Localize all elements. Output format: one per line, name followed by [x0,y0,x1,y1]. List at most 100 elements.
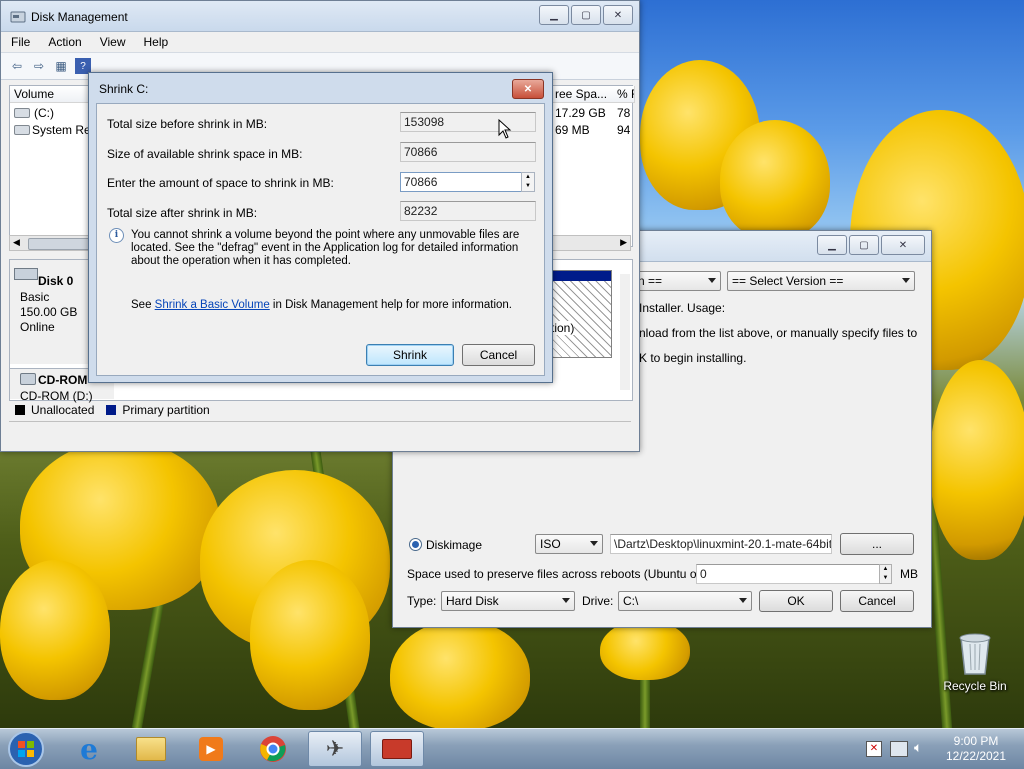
recycle-bin-icon [959,633,991,675]
shrink-title: Shrink C: [99,82,149,96]
shrink-button[interactable]: Shrink [366,344,454,366]
available-label: Size of available shrink space in MB: [107,147,303,161]
taskbar-internet-explorer[interactable]: e [62,731,116,767]
shrink-amount-spinner[interactable]: ▲ ▼ [521,172,535,192]
available-value: 70866 [400,142,536,162]
column-percent-free[interactable]: % F [615,86,635,103]
total-after-label: Total size after shrink in MB: [107,206,258,220]
free-space: 17.29 GB [555,106,606,120]
taskbar-disk-management[interactable] [370,731,424,767]
shrink-body: Total size before shrink in MB: 153098 S… [96,103,545,376]
shrink-amount-input[interactable]: 70866 [400,172,522,192]
window-title: Disk Management [31,10,128,24]
type-select[interactable]: Hard Disk [441,591,575,611]
recycle-bin-label: Recycle Bin [943,679,1007,693]
info-icon: i [109,228,124,243]
help-link[interactable]: Shrink a Basic Volume [155,299,270,311]
tray-action-center-icon[interactable]: ✕ [866,741,882,757]
total-before-label: Total size before shrink in MB: [107,117,268,131]
installer-cancel-button[interactable]: Cancel [840,590,914,612]
start-button[interactable] [4,729,48,769]
disk0-type: Basic [20,290,50,304]
info-text: You cannot shrink a volume beyond the po… [131,229,520,267]
distribution-select[interactable]: n == [633,271,721,291]
diskimage-label: Diskimage [426,538,483,552]
recycle-bin[interactable]: Recycle Bin [940,630,1010,700]
total-before-value: 153098 [400,112,536,132]
drive-select[interactable]: C:\ [618,591,752,611]
chevron-down-icon [708,278,716,283]
back-icon[interactable]: ⇦ [9,58,25,74]
diskimage-radio[interactable] [409,538,422,551]
chrome-icon [260,736,286,762]
column-volume[interactable]: Volume [10,86,90,103]
image-type-value: ISO [540,537,561,551]
column-free-space[interactable]: ree Spa... [551,86,617,103]
drive-value: C:\ [623,594,639,608]
menu-help[interactable]: Help [144,35,169,49]
amount-label: Enter the amount of space to shrink in M… [107,176,334,190]
image-type-select[interactable]: ISO [535,534,603,554]
taskbar: e ▶ ✈ ✕ 🔈︎ 9:00 PM 12/22/2021 [0,728,1024,769]
usage-text: Installer. Usage: [639,301,726,315]
total-after-value: 82232 [400,201,536,221]
scroll-right-icon: ▶ [620,237,627,247]
mouse-cursor-icon [498,119,512,139]
close-button[interactable]: ✕ [512,79,544,99]
installer-icon: ✈ [325,736,345,761]
version-select-value: == Select Version == [732,274,844,288]
menu-file[interactable]: File [11,35,30,49]
maximize-button[interactable]: ▢ [571,5,601,25]
tulip-flower [600,620,690,680]
tray-network-icon[interactable] [890,741,908,757]
taskbar-installer[interactable]: ✈ [308,731,362,767]
help-suffix: in Disk Management help for more informa… [269,299,512,311]
minimize-button[interactable]: ▁ [817,235,847,255]
internet-explorer-icon: e [80,732,98,766]
version-select[interactable]: == Select Version == [727,271,915,291]
free-space: 69 MB [555,123,590,137]
radio-dot [412,541,419,548]
shrink-titlebar[interactable]: Shrink C: ✕ [89,73,552,103]
close-button[interactable]: ✕ [881,235,925,255]
tulip-flower [390,620,530,728]
tray-volume-icon[interactable]: 🔈︎ [914,739,922,756]
minimize-button[interactable]: ▁ [539,5,569,25]
menu-view[interactable]: View [100,35,126,49]
console-tree-icon[interactable]: ▦ [53,58,69,74]
media-player-icon: ▶ [199,737,223,761]
legend: Unallocated Primary partition [15,403,210,417]
menu-bar: File Action View Help [1,32,639,52]
taskbar-chrome[interactable] [246,731,300,767]
taskbar-file-explorer[interactable] [124,731,178,767]
volume-icon [14,108,30,118]
chevron-down-icon [739,598,747,603]
tulip-flower [930,360,1024,560]
ok-button[interactable]: OK [759,590,833,612]
taskbar-media-player[interactable]: ▶ [184,731,238,767]
forward-icon[interactable]: ⇨ [31,58,47,74]
scroll-thumb[interactable] [28,238,92,250]
image-path-field[interactable]: \Dartz\Desktop\linuxmint-20.1-mate-64bit… [610,534,832,554]
maximize-button[interactable]: ▢ [849,235,879,255]
disk-management-titlebar[interactable]: Disk Management ▁ ▢ ✕ [1,1,639,32]
browse-button[interactable]: ... [840,533,914,555]
percent-free: 78 [617,106,631,120]
volume-name: System Res [32,123,97,137]
type-label: Type: [407,594,437,608]
menu-action[interactable]: Action [48,35,81,49]
volume-name: (C:) [34,106,54,120]
space-spinner[interactable]: ▲ ▼ [879,564,892,584]
space-input[interactable]: 0 [696,564,880,584]
clock[interactable]: 9:00 PM 12/22/2021 [940,734,1012,764]
vertical-scrollbar[interactable] [620,274,630,390]
cancel-button[interactable]: Cancel [462,344,535,366]
space-label: Space used to preserve files across rebo… [407,567,720,581]
legend-swatch-primary [106,405,117,415]
tulip-flower [250,560,370,710]
toolbox-icon [382,739,412,759]
folder-icon [136,737,166,761]
close-button[interactable]: ✕ [603,5,633,25]
disk0-name: Disk 0 [38,274,74,288]
chevron-down-icon [902,278,910,283]
